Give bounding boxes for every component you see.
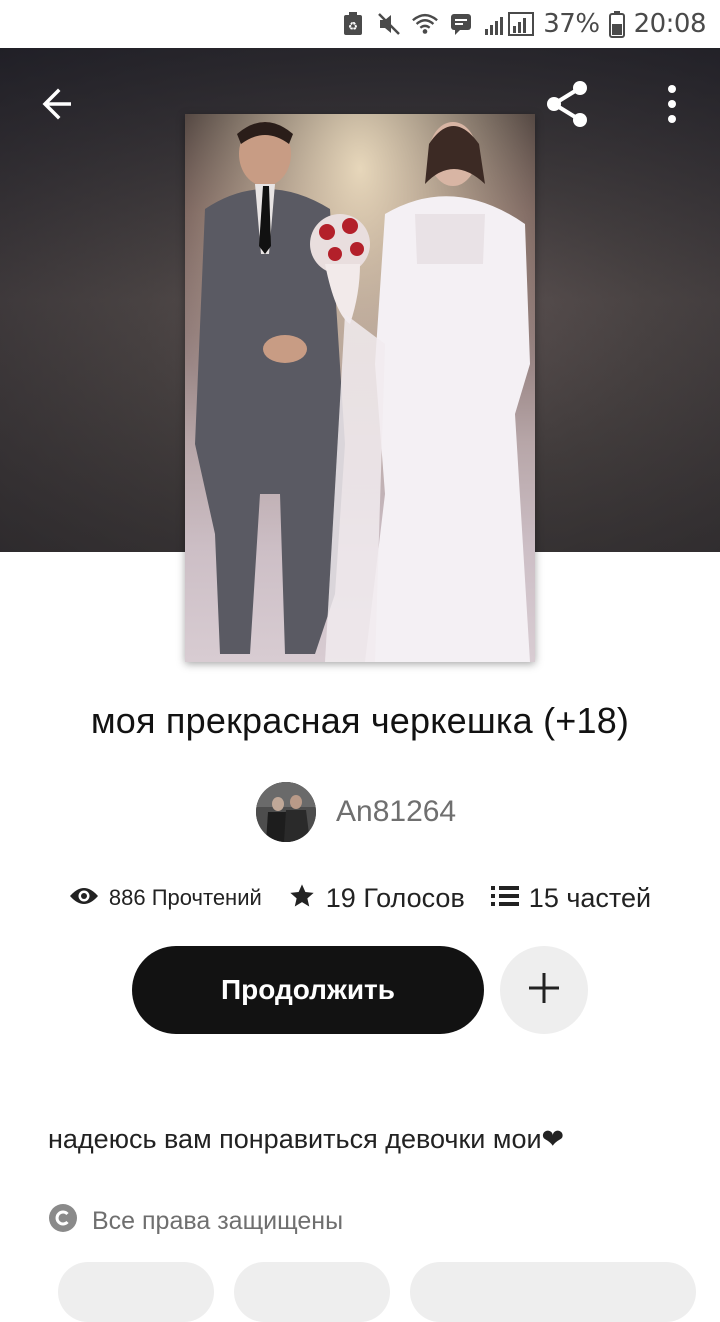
votes-stat: 19 Голосов — [288, 882, 465, 915]
battery-percent: 37% — [543, 9, 600, 39]
back-button[interactable] — [20, 70, 92, 142]
copyright-notice: Все права защищены — [48, 1203, 343, 1239]
more-options-button[interactable] — [636, 70, 708, 142]
add-to-library-button[interactable] — [500, 946, 588, 1034]
arrow-left-icon — [38, 86, 74, 127]
battery-icon — [608, 10, 626, 38]
eye-icon — [69, 886, 99, 911]
tag-chip[interactable] — [234, 1262, 390, 1322]
tag-list — [0, 1262, 720, 1322]
signal-icon — [483, 10, 535, 38]
author-name[interactable]: An81264 — [336, 795, 456, 829]
story-title: моя прекрасная черкешка (+18) — [90, 700, 630, 741]
author-link[interactable]: An81264 — [256, 782, 456, 842]
story-stats: 886 Прочтений 19 Голосов 15 частей — [0, 876, 720, 920]
tag-chip[interactable] — [410, 1262, 696, 1322]
parts-stat: 15 частей — [490, 882, 652, 914]
continue-reading-button[interactable]: Продолжить — [132, 946, 484, 1034]
list-icon — [490, 884, 519, 913]
mute-icon — [375, 10, 403, 38]
votes-count: 19 Голосов — [325, 882, 465, 913]
share-button[interactable] — [532, 70, 604, 142]
more-vertical-icon — [666, 84, 678, 129]
share-icon — [544, 80, 592, 133]
status-bar: ♻ 37% 20:08 — [0, 0, 720, 48]
copyright-text: Все права защищены — [92, 1206, 344, 1235]
svg-text:♻: ♻ — [348, 20, 358, 33]
parts-count: 15 частей — [528, 882, 652, 913]
copyright-icon — [48, 1203, 78, 1240]
book-cover-image[interactable] — [185, 114, 535, 662]
story-description: надеюсь вам понравиться девочки мои❤ — [48, 1124, 565, 1154]
reads-count: 886 Прочтений — [108, 885, 262, 910]
avatar[interactable] — [256, 782, 316, 842]
recycle-notification-icon: ♻ — [339, 10, 367, 38]
message-icon — [447, 10, 475, 38]
plus-icon — [527, 971, 561, 1010]
reads-stat: 886 Прочтений — [69, 885, 262, 911]
continue-label: Продолжить — [221, 974, 395, 1005]
star-icon — [288, 882, 316, 915]
clock: 20:08 — [633, 9, 707, 39]
tag-chip[interactable] — [58, 1262, 214, 1322]
wifi-icon — [411, 10, 439, 38]
